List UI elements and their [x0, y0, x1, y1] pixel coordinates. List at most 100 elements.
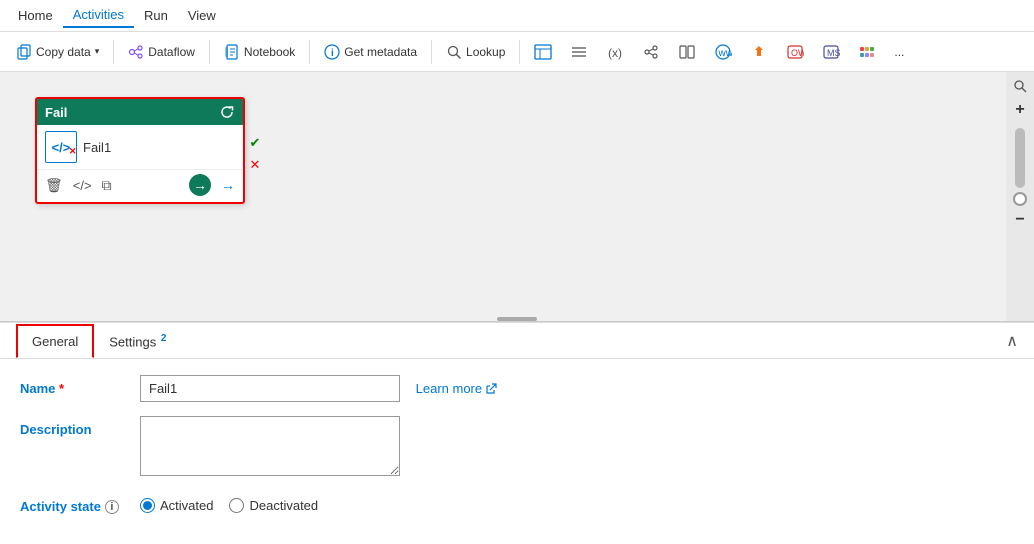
- search-canvas-icon[interactable]: [1010, 76, 1030, 96]
- separator-4: [431, 40, 432, 64]
- notebook-button[interactable]: Notebook: [216, 40, 303, 64]
- settings-badge: 2: [161, 333, 167, 344]
- icon-btn-3[interactable]: (x): [598, 39, 632, 65]
- lookup-icon: [446, 44, 462, 60]
- name-input[interactable]: [140, 375, 400, 402]
- form-area: Name Learn more Description Activity sta…: [0, 359, 1034, 544]
- name-row: Name Learn more: [20, 375, 1014, 402]
- lookup-button[interactable]: Lookup: [438, 40, 513, 64]
- radio-group: Activated Deactivated: [140, 493, 1014, 513]
- get-metadata-label: Get metadata: [344, 45, 417, 59]
- dataflow-button[interactable]: Dataflow: [120, 40, 203, 64]
- activated-radio[interactable]: [140, 498, 155, 513]
- icon-btn-8[interactable]: OWA: [778, 39, 812, 65]
- svg-text:OWA: OWA: [791, 48, 804, 58]
- svg-text:(x): (x): [608, 46, 622, 60]
- canvas-divider-handle[interactable]: [497, 317, 537, 321]
- zoom-slider[interactable]: [1015, 128, 1025, 188]
- scrollbar-panel: + −: [1006, 72, 1034, 321]
- icon-btn-2[interactable]: [562, 39, 596, 65]
- icon-btn-4[interactable]: [634, 39, 668, 65]
- learn-more-link[interactable]: Learn more: [416, 381, 497, 396]
- arrow-next-icon[interactable]: →: [221, 177, 235, 193]
- tab-general[interactable]: General: [16, 324, 94, 358]
- separator-1: [113, 40, 114, 64]
- activity-footer: 🗑 </> ⧉ → →: [37, 169, 243, 202]
- description-row: Description: [20, 416, 1014, 479]
- activity-state-row: Activity state i Activated Deactivated: [20, 493, 1014, 514]
- activity-state-control: Activated Deactivated: [140, 493, 1014, 513]
- name-control: Learn more: [140, 375, 1014, 402]
- description-input[interactable]: [140, 416, 400, 476]
- dataflow-icon: [128, 44, 144, 60]
- separator-2: [209, 40, 210, 64]
- icon-btn-5[interactable]: [670, 39, 704, 65]
- menu-run[interactable]: Run: [134, 4, 178, 27]
- more-label: ...: [894, 45, 904, 59]
- bottom-panel: General Settings 2 ∧ Name Learn more Des…: [0, 322, 1034, 544]
- dataflow-label: Dataflow: [148, 45, 195, 59]
- icon-btn-10[interactable]: [850, 39, 884, 65]
- svg-text:i: i: [331, 48, 334, 59]
- canvas-area[interactable]: Fail </> ✕ Fail1 ✔ ✕ 🗑 </> ⧉ → →: [0, 72, 1034, 322]
- zoom-out-button[interactable]: −: [1010, 210, 1030, 230]
- description-control: [140, 416, 1014, 479]
- zoom-handle[interactable]: [1013, 192, 1027, 206]
- copy-node-icon[interactable]: ⧉: [102, 177, 112, 194]
- delete-icon[interactable]: 🗑: [45, 177, 63, 194]
- metadata-icon: i: [324, 44, 340, 60]
- activated-label: Activated: [160, 498, 213, 513]
- menu-home[interactable]: Home: [8, 4, 63, 27]
- arrow-right-icon[interactable]: →: [189, 174, 211, 196]
- activity-body: </> ✕ Fail1 ✔ ✕: [37, 125, 243, 169]
- icon-btn-6[interactable]: www: [706, 39, 740, 65]
- collapse-button[interactable]: ∧: [1006, 331, 1018, 351]
- menu-activities[interactable]: Activities: [63, 3, 134, 28]
- copy-data-caret: ▾: [95, 46, 100, 57]
- learn-more-label: Learn more: [416, 381, 482, 396]
- activity-header-label: Fail: [45, 105, 67, 120]
- lookup-label: Lookup: [466, 45, 505, 59]
- fail-error-badge: ✕: [69, 146, 77, 157]
- separator-5: [519, 40, 520, 64]
- toolbar: Copy data ▾ Dataflow Notebook i Get meta…: [0, 32, 1034, 72]
- activity-refresh-icon[interactable]: [219, 104, 235, 120]
- deactivated-label: Deactivated: [249, 498, 318, 513]
- copy-icon: [16, 44, 32, 60]
- notebook-icon: [224, 44, 240, 60]
- activity-node[interactable]: Fail </> ✕ Fail1 ✔ ✕ 🗑 </> ⧉ → →: [35, 97, 245, 204]
- fail-code-icon: </> ✕: [52, 140, 71, 155]
- icon-btn-7[interactable]: [742, 39, 776, 65]
- zoom-in-button[interactable]: +: [1010, 100, 1030, 120]
- activity-state-info-icon[interactable]: i: [105, 500, 119, 514]
- tab-settings-label: Settings: [109, 334, 156, 349]
- tab-settings[interactable]: Settings 2: [94, 324, 181, 358]
- icon-btn-1[interactable]: [526, 39, 560, 65]
- svg-text:MST: MST: [827, 48, 840, 58]
- menu-view[interactable]: View: [178, 4, 226, 27]
- copy-data-label: Copy data: [36, 45, 91, 59]
- copy-data-button[interactable]: Copy data ▾: [8, 40, 107, 64]
- tabs-row: General Settings 2 ∧: [0, 323, 1034, 359]
- activated-radio-label[interactable]: Activated: [140, 498, 213, 513]
- activity-header: Fail: [37, 99, 243, 125]
- side-check-icon[interactable]: ✔: [245, 133, 265, 153]
- code-icon[interactable]: </>: [73, 178, 92, 193]
- activity-name-label: Fail1: [83, 140, 111, 155]
- more-button[interactable]: ...: [886, 41, 912, 63]
- side-close-icon[interactable]: ✕: [245, 155, 265, 175]
- svg-text:www: www: [718, 48, 733, 59]
- icon-btn-9[interactable]: MST: [814, 39, 848, 65]
- menu-bar: Home Activities Run View: [0, 0, 1034, 32]
- deactivated-radio[interactable]: [229, 498, 244, 513]
- activity-state-label: Activity state i: [20, 493, 140, 514]
- tab-general-label: General: [32, 334, 78, 349]
- external-link-icon: [485, 383, 497, 395]
- tabs-left: General Settings 2: [16, 324, 181, 357]
- name-label: Name: [20, 375, 140, 396]
- separator-3: [309, 40, 310, 64]
- get-metadata-button[interactable]: i Get metadata: [316, 40, 425, 64]
- deactivated-radio-label[interactable]: Deactivated: [229, 498, 318, 513]
- notebook-label: Notebook: [244, 45, 295, 59]
- description-label: Description: [20, 416, 140, 437]
